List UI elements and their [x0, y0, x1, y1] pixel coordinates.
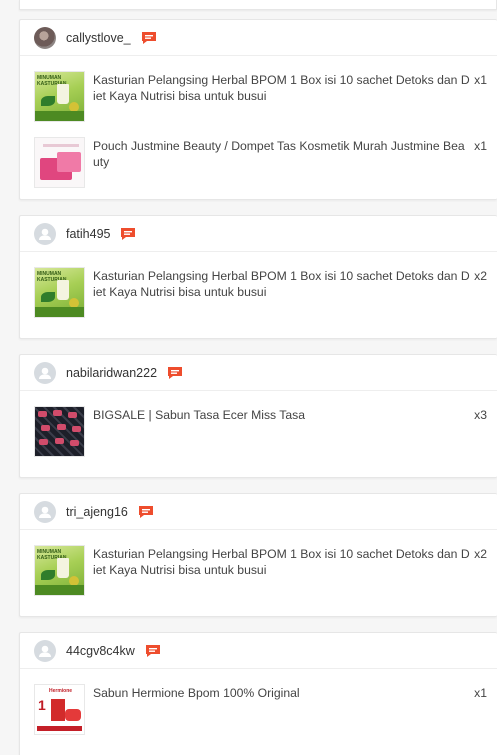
product-name[interactable]: Kasturian Pelangsing Herbal BPOM 1 Box i… — [93, 545, 471, 611]
buyer-header: fatih495 — [20, 216, 497, 252]
chat-bubble-icon[interactable] — [145, 644, 161, 658]
user-silhouette-icon — [34, 501, 56, 523]
avatar[interactable] — [34, 26, 56, 49]
product-name[interactable]: Kasturian Pelangsing Herbal BPOM 1 Box i… — [93, 267, 471, 333]
buyer-username[interactable]: fatih495 — [66, 227, 110, 241]
product-thumbnail[interactable]: MINUMAN KASTURIAN — [34, 267, 85, 318]
product-name[interactable]: Sabun Hermione Bpom 100% Original — [93, 684, 471, 750]
avatar[interactable] — [34, 361, 56, 384]
product-quantity: x1 — [474, 686, 487, 700]
product-name[interactable]: Kasturian Pelangsing Herbal BPOM 1 Box i… — [93, 71, 471, 137]
product-thumbnail[interactable]: MINUMAN KASTURIAN — [34, 545, 85, 596]
user-silhouette-icon — [34, 223, 56, 245]
order-card: 44cgv8c4kw Hermione 1 Sabun Hermione Bpom 1… — [19, 632, 497, 755]
product-quantity: x1 — [474, 73, 487, 87]
order-item[interactable]: BIGSALE | Sabun Tasa Ecer Miss Tasa x3 — [34, 406, 487, 472]
product-thumbnail[interactable]: MINUMAN KASTURIAN — [34, 71, 85, 122]
avatar[interactable] — [34, 222, 56, 245]
product-thumbnail[interactable] — [34, 406, 85, 457]
order-card: tri_ajeng16 MINUMAN KASTURIAN Kasturian Pe… — [19, 493, 497, 617]
product-quantity: x2 — [474, 547, 487, 561]
order-item[interactable]: Pouch Justmine Beauty / Dompet Tas Kosme… — [34, 137, 487, 199]
chat-bubble-icon[interactable] — [120, 227, 136, 241]
order-item[interactable]: MINUMAN KASTURIAN Kasturian Pelangsing He… — [34, 267, 487, 333]
order-card: callystlove_ MINUMAN KASTURIAN Kasturian P… — [19, 19, 497, 200]
product-name[interactable]: BIGSALE | Sabun Tasa Ecer Miss Tasa — [93, 406, 471, 472]
user-silhouette-icon — [34, 362, 56, 384]
buyer-header: nabilaridwan222 — [20, 355, 497, 391]
order-card: fatih495 MINUMAN KASTURIAN Kasturian Pelan… — [19, 215, 497, 339]
buyer-username[interactable]: 44cgv8c4kw — [66, 644, 135, 658]
previous-order-card-bottom — [19, 0, 497, 10]
chat-bubble-icon[interactable] — [167, 366, 183, 380]
order-card: nabilaridwan222 BIGSALE | Sabun Tasa Ecer… — [19, 354, 497, 478]
avatar[interactable] — [34, 639, 56, 662]
order-item[interactable]: Hermione 1 Sabun Hermione Bpom 100% Origin… — [34, 684, 487, 750]
product-thumbnail[interactable] — [34, 137, 85, 188]
buyer-username[interactable]: callystlove_ — [66, 31, 131, 45]
avatar[interactable] — [34, 500, 56, 523]
chat-bubble-icon[interactable] — [141, 31, 157, 45]
product-quantity: x3 — [474, 408, 487, 422]
order-items: BIGSALE | Sabun Tasa Ecer Miss Tasa x3 — [20, 406, 497, 472]
buyer-header: callystlove_ — [20, 20, 497, 56]
buyer-username[interactable]: nabilaridwan222 — [66, 366, 157, 380]
product-quantity: x1 — [474, 139, 487, 153]
order-items: Hermione 1 Sabun Hermione Bpom 100% Origin… — [20, 684, 497, 750]
product-name[interactable]: Pouch Justmine Beauty / Dompet Tas Kosme… — [93, 137, 471, 199]
product-art-label: Hermione — [49, 688, 73, 694]
order-items: MINUMAN KASTURIAN Kasturian Pelangsing He… — [20, 267, 497, 333]
product-thumbnail[interactable]: Hermione 1 — [34, 684, 85, 735]
product-quantity: x2 — [474, 269, 487, 283]
order-item[interactable]: MINUMAN KASTURIAN Kasturian Pelangsing He… — [34, 545, 487, 611]
user-silhouette-icon — [34, 640, 56, 662]
order-items: MINUMAN KASTURIAN Kasturian Pelangsing He… — [20, 545, 497, 611]
order-items: MINUMAN KASTURIAN Kasturian Pelangsing He… — [20, 71, 497, 199]
chat-bubble-icon[interactable] — [138, 505, 154, 519]
buyer-header: 44cgv8c4kw — [20, 633, 497, 669]
buyer-username[interactable]: tri_ajeng16 — [66, 505, 128, 519]
buyer-header: tri_ajeng16 — [20, 494, 497, 530]
order-item[interactable]: MINUMAN KASTURIAN Kasturian Pelangsing He… — [34, 71, 487, 137]
